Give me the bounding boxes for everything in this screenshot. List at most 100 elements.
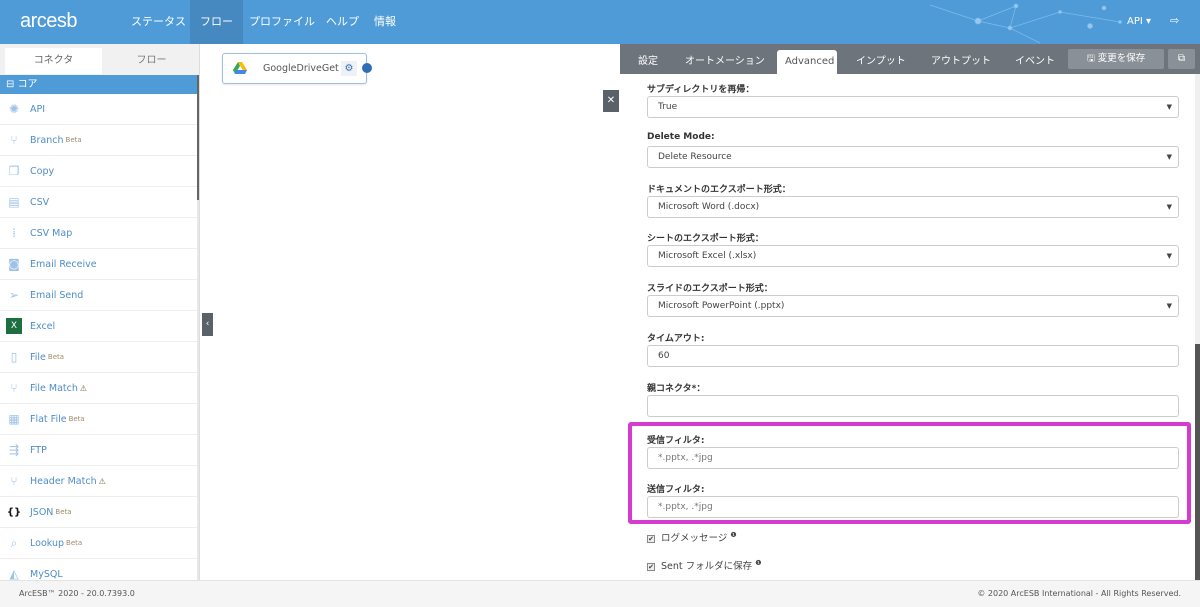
warning-icon: ⚠	[98, 476, 106, 486]
select-dropdown[interactable]: True ▼	[647, 96, 1179, 118]
tab-automation[interactable]: オートメーション	[677, 50, 773, 74]
connector-item-lookup[interactable]: ⌕ Lookup Beta	[0, 528, 197, 559]
nav-profile[interactable]: プロファイル	[239, 0, 325, 44]
connector-label: Excel	[30, 320, 56, 332]
select-dropdown[interactable]: Microsoft PowerPoint (.pptx) ▼	[647, 295, 1179, 318]
info-icon: ❶	[730, 530, 737, 539]
connector-panel: コネクタ フロー ⊟ コア ✺ API ⑂ Branch Beta ❐ Copy ▤ CSV ⁞ C…	[0, 44, 200, 580]
tab-connectors[interactable]: コネクタ	[5, 48, 102, 74]
api-icon: ✺	[8, 102, 20, 116]
connector-item-email-receive[interactable]: ◙ Email Receive	[0, 249, 197, 280]
field-label: タイムアウト:	[647, 334, 705, 344]
gear-icon[interactable]: ⚙	[341, 61, 357, 76]
nav-flow[interactable]: フロー	[190, 0, 243, 44]
connector-item-file-match[interactable]: ⑂ File Match ⚠	[0, 373, 197, 404]
select-dropdown[interactable]: Delete Resource ▼	[647, 145, 1179, 168]
field-label: 親コネクタ*：	[647, 383, 706, 394]
connector-label: File Match	[30, 382, 78, 394]
form-field: 親コネクタ*：	[647, 381, 1179, 417]
save-sent-folder-checkbox[interactable]: ✔ Sent フォルダに保存 ❶	[647, 558, 761, 572]
field-value: Microsoft PowerPoint (.pptx)	[658, 301, 785, 312]
file-icon: ▯	[10, 350, 18, 364]
nav-status[interactable]: ステータス	[121, 0, 196, 44]
tab-output[interactable]: アウトプット	[923, 50, 999, 74]
connector-item-email-send[interactable]: ➢ Email Send	[0, 280, 197, 311]
connector-label: CSV Map	[30, 227, 73, 239]
tab-settings[interactable]: 設定	[630, 50, 666, 74]
copyright-text: © 2020 ArcESB International - All Rights…	[977, 589, 1181, 598]
tab-advanced[interactable]: Advanced	[777, 50, 837, 74]
user-menu[interactable]: API ▾	[1127, 16, 1151, 27]
form-field: シートのエクスポート形式： Microsoft Excel (.xlsx) ▼	[647, 231, 1179, 268]
form-field: タイムアウト: 60	[647, 331, 1179, 367]
text-input[interactable]: 60	[647, 345, 1179, 367]
beta-badge: Beta	[65, 136, 82, 144]
connector-item-flat-file[interactable]: ▦ Flat File Beta	[0, 404, 197, 435]
connector-item-csv[interactable]: ▤ CSV	[0, 187, 197, 218]
connector-item-api[interactable]: ✺ API	[0, 94, 197, 125]
tab-events[interactable]: イベント	[1007, 50, 1063, 74]
collapse-left-panel-button[interactable]: ‹	[202, 313, 213, 336]
connector-item-branch[interactable]: ⑂ Branch Beta	[0, 125, 197, 156]
email-receive-icon: ◙	[8, 257, 20, 271]
right-scrollbar[interactable]	[1195, 74, 1200, 580]
connector-item-header-match[interactable]: ⑂ Header Match ⚠	[0, 466, 197, 497]
footer: ArcESB™ 2020 - 20.0.7393.0 © 2020 ArcESB…	[0, 580, 1200, 607]
dropdown-arrow-icon: ▼	[1166, 302, 1172, 311]
file-match-icon: ⑂	[10, 381, 18, 395]
connector-item-excel[interactable]: X Excel	[0, 311, 197, 342]
flow-canvas[interactable]	[201, 44, 620, 580]
tab-input[interactable]: インプット	[848, 50, 914, 74]
connector-item-mysql[interactable]: ◭ MySQL	[0, 559, 197, 580]
nav-help[interactable]: ヘルプ	[316, 0, 369, 44]
field-value: Delete Resource	[658, 151, 732, 162]
text-input[interactable]	[647, 394, 1179, 417]
checkbox[interactable]: ✔	[647, 563, 655, 571]
log-messages-checkbox[interactable]: ✔ ログメッセージ ❶	[647, 530, 737, 544]
form-field: Delete Mode: Delete Resource ▼	[647, 132, 1179, 168]
save-changes-button[interactable]: 🖫 変更を保存	[1068, 49, 1164, 69]
checkbox-label: Sent フォルダに保存	[661, 561, 753, 572]
field-label: サブディレクトリを再帰：	[647, 85, 755, 95]
connector-item-csv-map[interactable]: ⁞ CSV Map	[0, 218, 197, 249]
beta-badge: Beta	[47, 353, 65, 361]
dropdown-arrow-icon: ▼	[1166, 103, 1172, 111]
tab-flows[interactable]: フロー	[103, 48, 199, 74]
checkbox-label: ログメッセージ	[661, 533, 728, 544]
collapse-section-icon: ⊟	[6, 79, 18, 90]
connector-label: CSV	[30, 196, 50, 208]
connector-label: Lookup	[30, 537, 65, 549]
select-dropdown[interactable]: Microsoft Word (.docx) ▼	[647, 195, 1179, 218]
logout-icon[interactable]: ⇨	[1170, 14, 1179, 27]
close-panel-button[interactable]: ✕	[603, 90, 619, 112]
copy-icon: ❐	[8, 164, 20, 178]
form-field: ドキュメントのエクスポート形式： Microsoft Word (.docx) ▼	[647, 182, 1179, 218]
csv-map-icon: ⁞	[12, 226, 16, 240]
excel-icon: X	[6, 318, 22, 334]
external-link-icon[interactable]: ⧉	[1168, 49, 1195, 69]
json-icon: {}	[6, 506, 22, 518]
connector-item-json[interactable]: {} JSON Beta	[0, 497, 197, 528]
left-scrollbar[interactable]	[197, 75, 199, 580]
arcesb-logo[interactable]: arcesb	[20, 10, 78, 33]
connector-label: Flat File	[30, 413, 67, 425]
beta-badge: Beta	[55, 508, 72, 516]
connector-item-copy[interactable]: ❐ Copy	[0, 156, 197, 187]
csv-icon: ▤	[8, 195, 20, 209]
section-core[interactable]: ⊟ コア	[0, 75, 197, 94]
email-send-icon: ➢	[8, 288, 20, 302]
flow-node-googledriveget[interactable]: GoogleDriveGet ⚙	[222, 53, 367, 84]
connector-item-file[interactable]: ▯ File Beta	[0, 342, 197, 373]
panel-tabs: コネクタ フロー	[0, 44, 199, 75]
connector-label: JSON	[30, 506, 54, 518]
connector-item-ftp[interactable]: ⇶ FTP	[0, 435, 197, 466]
checkbox[interactable]: ✔	[647, 535, 655, 543]
field-value: True	[658, 102, 678, 112]
select-dropdown[interactable]: Microsoft Excel (.xlsx) ▼	[647, 245, 1179, 268]
connector-label: API	[30, 103, 46, 115]
branch-icon: ⑂	[10, 133, 18, 147]
node-output-port[interactable]	[362, 63, 372, 73]
form-field: スライドのエクスポート形式： Microsoft PowerPoint (.ppt…	[647, 281, 1179, 318]
nav-info[interactable]: 情報	[364, 0, 406, 44]
form-field: サブディレクトリを再帰： True ▼	[647, 82, 1179, 118]
